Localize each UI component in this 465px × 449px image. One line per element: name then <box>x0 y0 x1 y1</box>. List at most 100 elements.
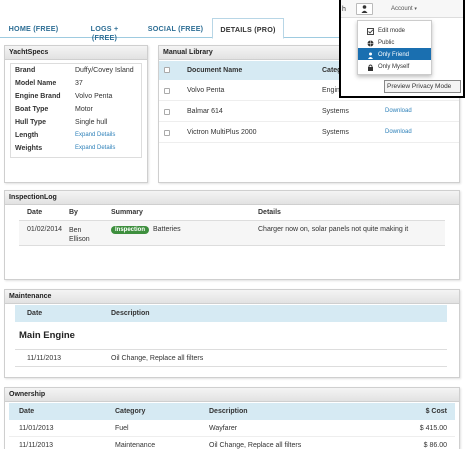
spec-label: Length <box>15 132 39 139</box>
document-category: Engin <box>322 87 340 94</box>
ownership-row: 11/01/2013 Fuel Wayfarer $ 415.00 <box>9 421 455 437</box>
manual-row: Balmar 614 Systems Download <box>159 102 459 122</box>
row-checkbox[interactable] <box>164 88 170 94</box>
col-summary: Summary <box>111 209 143 216</box>
spec-value: Volvo Penta <box>75 93 113 100</box>
inspection-summary: Batteries <box>153 226 181 233</box>
preview-privacy-tooltip: Preview Privacy Mode <box>384 80 461 93</box>
maintenance-group-title: Main Engine <box>19 330 75 341</box>
privacy-dropdown: Edit mode Public Only Friend Only Myself <box>357 20 432 75</box>
tab-social[interactable]: SOCIAL (FREE) <box>147 18 204 38</box>
inspection-date: 01/02/2014 <box>27 226 63 233</box>
ownership-category: Fuel <box>115 425 129 432</box>
ownership-cost: $ 86.00 <box>423 442 447 449</box>
ownership-date: 11/01/2013 <box>19 425 54 432</box>
spec-row: Brand Duffy/Covey Island <box>13 65 139 78</box>
ownership-cost: $ 415.00 <box>419 425 447 432</box>
user-button[interactable] <box>356 3 373 15</box>
spec-value: Motor <box>75 106 93 113</box>
spec-row: Engine Brand Volvo Penta <box>13 91 139 104</box>
ownership-table-header: Date Category Description $ Cost <box>9 403 455 420</box>
spec-value: Single hull <box>75 119 108 126</box>
col-by: By <box>69 209 78 216</box>
person-icon <box>368 52 373 59</box>
menu-item-edit-mode[interactable]: Edit mode <box>358 24 431 36</box>
col-description: Description <box>111 310 150 317</box>
maintenance-panel: Maintenance Date Description Main Engine… <box>4 289 460 378</box>
maintenance-row: 11/11/2013 Oil Change, Replace all filte… <box>15 349 447 367</box>
menu-item-only-myself[interactable]: Only Myself <box>358 60 431 72</box>
inspection-row: 01/02/2014 Ben Ellison Inspection Batter… <box>19 220 445 246</box>
expand-details-link[interactable]: Expand Details <box>73 130 139 143</box>
download-link[interactable]: Download <box>385 129 412 135</box>
maintenance-title: Maintenance <box>5 290 459 304</box>
menu-item-public[interactable]: Public <box>358 36 431 48</box>
document-name: Victron MultiPlus 2000 <box>187 129 257 136</box>
inspection-by: Ben Ellison <box>69 227 90 243</box>
account-bar: h Account ▾ <box>341 0 463 18</box>
spec-row: Boat Type Motor <box>13 104 139 117</box>
yacht-specs-title: YachtSpecs <box>5 46 147 60</box>
row-checkbox[interactable] <box>164 109 170 115</box>
account-label: Account <box>391 6 413 12</box>
spec-label: Brand <box>15 67 36 74</box>
spec-label: Engine Brand <box>15 93 61 100</box>
document-category: Systems <box>322 129 349 136</box>
inspection-log-panel: InspectionLog Date By Summary Details 01… <box>4 190 460 280</box>
tab-details[interactable]: DETAILS (PRO) <box>212 18 284 39</box>
col-date: Date <box>19 408 35 415</box>
spec-value: Duffy/Covey Island <box>75 67 134 74</box>
select-all-checkbox[interactable] <box>164 67 170 73</box>
download-link[interactable]: Download <box>385 108 412 114</box>
inspection-badge: Inspection <box>111 226 150 234</box>
inspection-details: Charger now on, solar panels not quite m… <box>258 226 409 233</box>
document-category: Systems <box>322 108 349 115</box>
tab-logs[interactable]: LOGS + (FREE) <box>77 18 132 42</box>
ownership-row: 11/11/2013 Maintenance Oil Change, Repla… <box>9 438 455 449</box>
document-name: Balmar 614 <box>187 108 223 115</box>
col-cost: $ Cost <box>425 408 447 415</box>
menu-item-only-friend[interactable]: Only Friend <box>358 48 431 60</box>
pencil-check-icon <box>367 27 374 35</box>
col-date: Date <box>27 310 43 317</box>
account-menu-button[interactable]: Account ▾ <box>391 6 417 12</box>
maintenance-date: 11/11/2013 <box>27 355 61 362</box>
menu-item-label: Only Friend <box>378 52 410 58</box>
maintenance-table-header: Date Description <box>15 305 447 322</box>
col-details: Details <box>258 209 281 216</box>
privacy-popup: h Account ▾ Edit mode Public Only Friend… <box>339 0 465 98</box>
ownership-panel: Ownership Date Category Description $ Co… <box>4 387 460 449</box>
spec-label: Weights <box>15 145 43 152</box>
lock-icon <box>368 64 373 71</box>
menu-item-label: Only Myself <box>378 64 410 70</box>
spec-label: Model Name <box>15 80 57 87</box>
spec-row: Hull Type Single hull <box>13 117 139 130</box>
spec-value: 37 <box>75 80 83 87</box>
caret-down-icon: ▾ <box>414 6 417 12</box>
col-document-name: Document Name <box>187 67 243 74</box>
yacht-specs-panel: YachtSpecs Brand Duffy/Covey Island Model… <box>4 45 148 183</box>
spec-row: Weights Expand Details <box>13 143 139 156</box>
row-checkbox[interactable] <box>164 130 170 136</box>
ownership-description: Oil Change, Replace all filters <box>209 442 302 449</box>
manual-row: Victron MultiPlus 2000 Systems Download <box>159 123 459 143</box>
partial-text: h <box>342 6 346 13</box>
ownership-category: Maintenance <box>115 442 156 449</box>
inspection-log-title: InspectionLog <box>5 191 459 205</box>
document-name: Volvo Penta <box>187 87 225 94</box>
menu-item-label: Public <box>378 40 395 46</box>
ownership-description: Wayfarer <box>209 425 238 432</box>
inspection-table-header: Date By Summary Details <box>5 206 459 219</box>
ownership-date: 11/11/2013 <box>19 442 53 449</box>
person-icon <box>361 5 368 13</box>
maintenance-description: Oil Change, Replace all filters <box>111 355 204 362</box>
expand-details-link[interactable]: Expand Details <box>73 143 139 156</box>
spec-row: Length Expand Details <box>13 130 139 143</box>
col-category: Category <box>115 408 146 415</box>
ownership-title: Ownership <box>5 388 459 402</box>
globe-icon <box>367 40 374 46</box>
col-description: Description <box>209 408 248 415</box>
spec-label: Boat Type <box>15 106 49 113</box>
tab-home[interactable]: HOME (FREE) <box>6 18 61 38</box>
spec-label: Hull Type <box>15 119 46 126</box>
